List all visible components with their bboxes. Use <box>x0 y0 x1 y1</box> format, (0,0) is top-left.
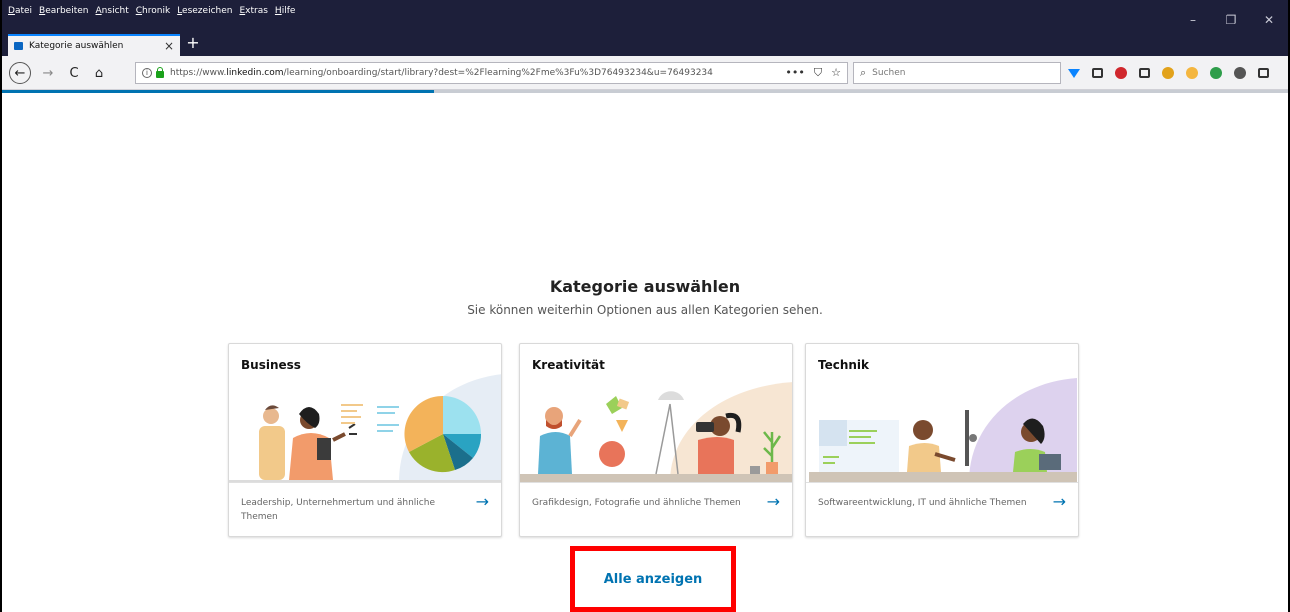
card-description: Grafikdesign, Fotografie und ähnliche Th… <box>532 498 741 508</box>
tab-close-icon[interactable]: × <box>164 39 174 53</box>
home-button[interactable]: ⌂ <box>89 63 109 83</box>
card-title: Kreativität <box>532 358 605 372</box>
extension-icon[interactable] <box>1186 67 1198 79</box>
reload-button[interactable]: C <box>64 63 84 83</box>
category-card-technik[interactable]: Technik Softwareentwicklung, IT und ähnl… <box>805 343 1079 537</box>
forward-button[interactable]: → <box>38 63 58 83</box>
page-title: Kategorie auswählen <box>549 277 741 296</box>
search-input[interactable]: Suchen <box>872 68 905 78</box>
title-bar: Datei Bearbeiten Ansicht Chronik Lesezei… <box>2 0 1288 56</box>
search-bar[interactable]: ⌕ Suchen <box>853 62 1061 84</box>
show-all-link[interactable]: Alle anzeigen <box>604 572 703 587</box>
tab-kategorie[interactable]: Kategorie auswählen × <box>8 34 180 56</box>
menu-datei[interactable]: Datei <box>8 6 32 16</box>
arrow-right-icon[interactable]: → <box>767 492 780 511</box>
menu-icon[interactable] <box>1258 68 1269 78</box>
menu-hilfe[interactable]: Hilfe <box>275 6 296 16</box>
page-action-icons: ••• ⛉ ☆ <box>785 66 841 80</box>
url-prefix: https://www. <box>170 68 227 78</box>
adblock-icon[interactable] <box>1115 67 1127 79</box>
category-card-kreativitaet[interactable]: Kreativität Grafikdesign, Fotografie und… <box>519 343 793 537</box>
card-title: Business <box>241 358 301 372</box>
arrow-right-icon[interactable]: → <box>1053 492 1066 511</box>
download-icon[interactable] <box>1068 68 1080 78</box>
url-bar[interactable]: i https://www.linkedin.com/learning/onbo… <box>135 62 848 84</box>
search-icon: ⌕ <box>860 66 867 79</box>
pocket-icon[interactable]: ⛉ <box>814 66 822 80</box>
toolbar-icons <box>1068 62 1269 84</box>
extension-icon[interactable] <box>1210 67 1222 79</box>
card-description: Softwareentwicklung, IT und ähnliche The… <box>818 498 1027 508</box>
navigation-toolbar: ← → C ⌂ i https://www.linkedin.com/learn… <box>2 56 1288 90</box>
arrow-right-icon[interactable]: → <box>476 492 489 511</box>
card-divider <box>520 482 792 483</box>
new-tab-button[interactable]: + <box>184 34 202 54</box>
page-subtitle: Sie können weiterhin Optionen aus allen … <box>467 303 823 317</box>
show-all-highlight: Alle anzeigen <box>570 546 736 612</box>
linkedin-favicon-icon <box>14 42 23 50</box>
page-content: Kategorie auswählen Sie können weiterhin… <box>2 93 1288 612</box>
menu-ansicht[interactable]: Ansicht <box>96 6 129 16</box>
library-icon[interactable] <box>1092 68 1103 78</box>
card-divider <box>229 482 501 483</box>
extension-icon[interactable] <box>1234 67 1246 79</box>
category-card-business[interactable]: Business Leadership, Unternehmertum und … <box>228 343 502 537</box>
restore-button[interactable]: ❐ <box>1224 13 1238 27</box>
tab-title: Kategorie auswählen <box>29 41 124 51</box>
info-icon[interactable]: i <box>142 68 152 78</box>
business-illustration <box>229 374 501 482</box>
url-host: linkedin.com <box>226 68 284 78</box>
creativity-illustration <box>520 382 792 482</box>
technology-illustration <box>809 378 1077 482</box>
browser-window: Datei Bearbeiten Ansicht Chronik Lesezei… <box>0 0 1290 612</box>
window-controls: – ❐ ✕ <box>1186 0 1282 40</box>
menu-chronik[interactable]: Chronik <box>136 6 170 16</box>
menu-lesezeichen[interactable]: Lesezeichen <box>177 6 232 16</box>
bookmark-star-icon[interactable]: ☆ <box>831 66 841 80</box>
page-actions-icon[interactable]: ••• <box>785 66 804 80</box>
sidebar-icon[interactable] <box>1139 68 1150 78</box>
minimize-button[interactable]: – <box>1186 13 1200 27</box>
card-description: Leadership, Unternehmertum und ähnliche … <box>241 498 435 522</box>
menu-bearbeiten[interactable]: Bearbeiten <box>39 6 88 16</box>
lock-icon <box>156 66 164 78</box>
menu-bar: Datei Bearbeiten Ansicht Chronik Lesezei… <box>8 0 295 22</box>
extension-icon[interactable] <box>1162 67 1174 79</box>
url-path: /learning/onboarding/start/library?dest=… <box>283 68 713 78</box>
url-text[interactable]: https://www.linkedin.com/learning/onboar… <box>170 68 777 78</box>
card-divider <box>806 482 1078 483</box>
back-button[interactable]: ← <box>9 62 31 84</box>
card-title: Technik <box>818 358 870 372</box>
close-window-button[interactable]: ✕ <box>1262 13 1276 27</box>
menu-extras[interactable]: Extras <box>239 6 267 16</box>
